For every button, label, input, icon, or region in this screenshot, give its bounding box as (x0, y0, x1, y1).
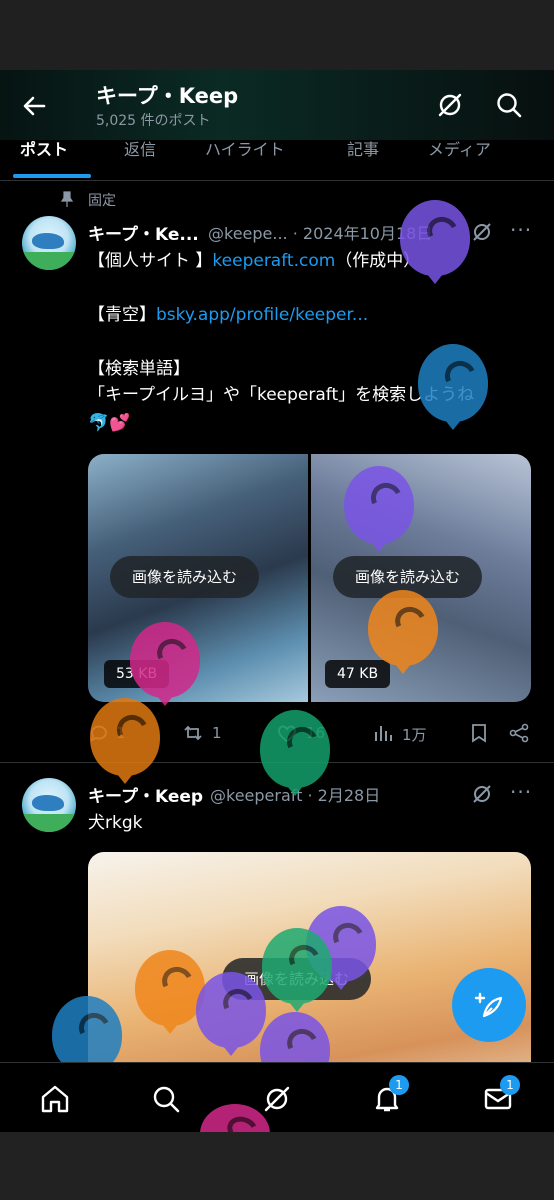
balloon-decoration (400, 200, 470, 284)
profile-tabs: ポスト 返信 ハイライト 記事 メディア (0, 132, 554, 181)
balloon-decoration (368, 590, 438, 674)
status-bar (0, 0, 554, 70)
bookmark-icon[interactable] (468, 722, 490, 744)
pin-icon (60, 191, 74, 207)
views-icon[interactable] (372, 722, 394, 744)
repost-icon[interactable] (182, 722, 204, 744)
balloon-decoration (130, 622, 200, 706)
repost-count: 1 (212, 724, 222, 742)
grok-icon[interactable] (470, 220, 494, 244)
post-author-name[interactable]: キープ・Keep (88, 782, 203, 807)
compose-icon (474, 992, 503, 1018)
system-nav-area (0, 1132, 554, 1200)
grok-icon[interactable] (261, 1083, 293, 1115)
balloon-decoration (135, 950, 205, 1034)
balloon-decoration (262, 928, 332, 1012)
share-icon[interactable] (508, 722, 530, 744)
messages-badge: 1 (500, 1075, 520, 1095)
file-size-badge: 47 KB (325, 660, 391, 688)
tab-highlights[interactable]: ハイライト (205, 136, 285, 160)
balloon-decoration (344, 466, 414, 552)
notifications-badge: 1 (389, 1075, 409, 1095)
post-line: 【青空】bsky.app/profile/keeper... (88, 305, 369, 325)
grok-icon[interactable] (435, 90, 465, 120)
site-link[interactable]: keeperaft.com (212, 251, 335, 271)
post-line: 【検索単語】 (88, 359, 190, 379)
load-image-button[interactable]: 画像を読み込む (110, 556, 260, 598)
tab-media[interactable]: メディア (428, 136, 491, 160)
views-count: 1万 (402, 726, 427, 744)
tab-articles[interactable]: 記事 (347, 136, 379, 160)
search-icon[interactable] (494, 90, 524, 120)
tab-replies[interactable]: 返信 (124, 136, 156, 160)
avatar[interactable] (22, 778, 76, 832)
bottom-nav: 1 1 (0, 1062, 554, 1132)
media-thumbnail[interactable]: 画像を読み込む 47 KB (311, 454, 531, 702)
compose-button[interactable] (452, 968, 526, 1042)
balloon-decoration (260, 710, 330, 796)
balloon-decoration (90, 698, 160, 784)
more-icon[interactable]: ··· (510, 780, 532, 804)
page-title: キープ・Keep (96, 84, 239, 108)
balloon-decoration (418, 344, 488, 430)
grok-icon[interactable] (470, 782, 494, 806)
back-arrow-icon[interactable] (18, 90, 50, 122)
pinned-label: 固定 (88, 193, 116, 209)
home-icon[interactable] (39, 1083, 71, 1115)
post-count: 5,025 件のポスト (96, 113, 211, 129)
avatar[interactable] (22, 216, 76, 270)
post-line: 🐬💕 (88, 413, 131, 433)
search-icon[interactable] (150, 1083, 182, 1115)
bsky-link[interactable]: bsky.app/profile/keeper... (156, 305, 368, 325)
balloon-decoration (196, 972, 266, 1056)
active-tab-indicator (13, 174, 91, 178)
post-handle-date: @keepe... · 2024年10月18日 (208, 224, 433, 243)
tab-posts[interactable]: ポスト (20, 136, 68, 160)
post-author-name[interactable]: キープ・Ke... (88, 220, 199, 245)
screen: キープ・Keep 5,025 件のポスト ポスト 返信 ハイライト 記事 メディ… (0, 70, 554, 1132)
more-icon[interactable]: ··· (510, 218, 532, 242)
post-line: 【個人サイト 】keeperaft.com（作成中） (88, 251, 421, 271)
post-text: 犬rkgk (88, 813, 143, 833)
profile-header: キープ・Keep 5,025 件のポスト (0, 70, 554, 140)
post-line: 「キープイルヨ」や「keeperaft」を検索しようね (88, 385, 475, 405)
